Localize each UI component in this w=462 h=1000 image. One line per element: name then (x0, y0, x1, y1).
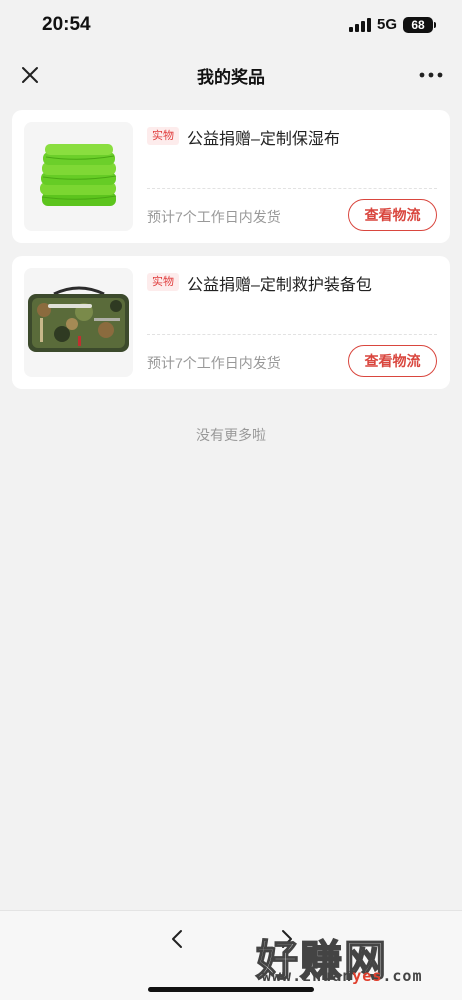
nav-bar: 我的奖品 (0, 50, 462, 98)
prize-card: 实物 公益捐赠–定制救护装备包 预计7个工作日内发货 查看物流 (12, 256, 450, 389)
network-label: 5G (377, 16, 398, 33)
divider (147, 188, 437, 189)
prize-card: 实物 公益捐赠–定制保湿布 预计7个工作日内发货 查看物流 (12, 110, 450, 243)
view-logistics-button[interactable]: 查看物流 (348, 345, 437, 377)
bottom-toolbar: 好赚网 www.zhuanyes.com (0, 910, 462, 1000)
signal-icon (349, 18, 371, 32)
chevron-left-icon[interactable] (168, 928, 188, 950)
prize-image-rescue-bag[interactable] (24, 268, 133, 377)
watermark-url: www.zhuanyes.com (262, 967, 423, 985)
rescue-bag-image (24, 268, 133, 377)
page-title: 我的奖品 (197, 68, 265, 87)
watermark-url-suffix: .com (382, 967, 423, 985)
prize-image-towel[interactable] (24, 122, 133, 231)
status-time: 20:54 (42, 14, 91, 35)
prize-title: 公益捐赠–定制救护装备包 (187, 277, 372, 294)
prize-title: 公益捐赠–定制保湿布 (187, 131, 340, 148)
battery-icon: 68 (403, 17, 433, 33)
towel-image (24, 122, 133, 231)
prize-type-tag: 实物 (147, 273, 179, 291)
shipping-note: 预计7个工作日内发货 (147, 355, 281, 371)
battery-tip (434, 22, 436, 28)
watermark-url-prefix: www.zhuan (262, 967, 353, 985)
home-indicator[interactable] (148, 987, 314, 992)
prize-type-tag: 实物 (147, 127, 179, 145)
view-logistics-button[interactable]: 查看物流 (348, 199, 437, 231)
status-bar: 20:54 5G 68 (0, 0, 462, 50)
no-more-text: 没有更多啦 (196, 427, 266, 443)
watermark-url-accent: yes (352, 967, 383, 985)
more-icon[interactable] (418, 63, 444, 87)
battery-level: 68 (411, 18, 425, 32)
divider (147, 334, 437, 335)
shipping-note: 预计7个工作日内发货 (147, 209, 281, 225)
